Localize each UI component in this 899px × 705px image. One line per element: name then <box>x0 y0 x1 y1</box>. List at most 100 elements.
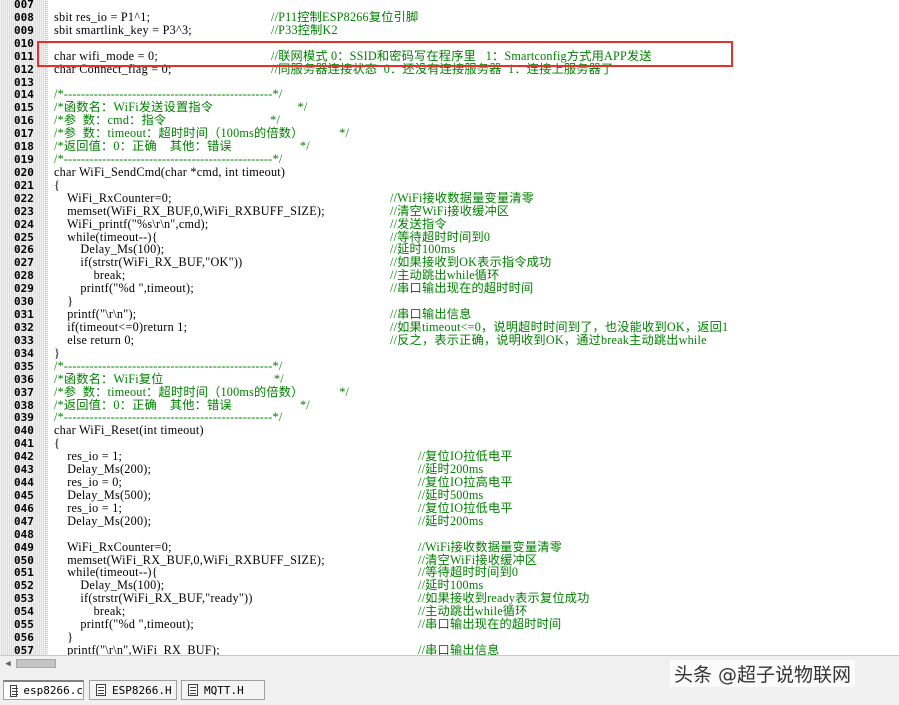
line-number: 030 <box>14 295 34 309</box>
code-line: 040 char WiFi_Reset(int timeout) <box>0 423 899 438</box>
code-text: char WiFi_Reset(int timeout) <box>54 423 204 438</box>
code-text: Delay_Ms(200); <box>54 513 152 528</box>
line-number: 024 <box>14 217 34 231</box>
code-text: char Connect_flag = 0; <box>54 61 172 76</box>
scrollbar-thumb[interactable] <box>16 659 56 668</box>
line-number: 051 <box>14 566 34 580</box>
line-number: 008 <box>14 10 34 24</box>
line-number: 042 <box>14 450 34 464</box>
line-number: 025 <box>14 230 34 244</box>
code-comment: //串口输出信息 <box>418 643 500 656</box>
line-number: 037 <box>14 385 34 399</box>
line-number: 057 <box>14 644 34 655</box>
line-number: 027 <box>14 256 34 270</box>
code-text: else return 0; <box>54 332 135 347</box>
line-number: 041 <box>14 437 34 451</box>
line-number: 026 <box>14 243 34 257</box>
code-comment: //同服务器连接状态 0：还没有连接服务器 1：连接上服务器了 <box>271 61 614 76</box>
line-number: 007 <box>14 0 34 11</box>
line-number: 014 <box>14 88 34 102</box>
line-number: 028 <box>14 269 34 283</box>
h-file-icon <box>96 684 106 696</box>
code-line: 035 /*-----------------------------------… <box>0 358 899 373</box>
code-comment: //发送指令 <box>390 216 447 231</box>
code-text: } <box>54 345 61 360</box>
tab-label: esp8266.c <box>23 684 83 697</box>
tab-mqtt-h[interactable]: MQTT.H <box>181 680 265 700</box>
code-text: { <box>54 177 61 192</box>
code-text: WiFi_printf("%s\r\n",cmd); <box>54 216 209 231</box>
code-line: 010 <box>0 37 899 50</box>
line-number: 045 <box>14 488 34 502</box>
line-number: 036 <box>14 372 34 386</box>
code-line: 012 char Connect_flag = 0; //同服务器连接状态 0：还没… <box>0 61 899 76</box>
code-line: 057 printf("\r\n",WiFi_RX_BUF); //串口输出信息 <box>0 643 899 656</box>
code-text: printf("%d ",timeout); <box>54 281 194 296</box>
code-line: 055 printf("%d ",timeout); //串口输出现在的超时时间 <box>0 617 899 632</box>
c-file-icon <box>10 684 19 697</box>
code-text: Delay_Ms(500); <box>54 487 152 502</box>
code-line: 009 sbit smartlink_key = P3^3; //P33控制K2 <box>0 22 899 37</box>
line-number: 040 <box>14 424 34 438</box>
line-number: 039 <box>14 411 34 425</box>
code-line: 048 <box>0 528 899 541</box>
code-line: 029 printf("%d ",timeout); //串口输出现在的超时时间 <box>0 281 899 296</box>
line-number: 032 <box>14 321 34 334</box>
code-line: 033 else return 0; //反之，表示正确，说明收到OK，通过bre… <box>0 332 899 347</box>
line-number: 021 <box>14 178 34 192</box>
code-line: 022 WiFi_RxCounter=0; //WiFi接收数据量变量清零 <box>0 190 899 205</box>
code-comment: //串口输出现在的超时时间 <box>390 281 534 296</box>
code-line: 021 { <box>0 177 899 192</box>
code-line: 034} <box>0 345 899 360</box>
code-line: 008 sbit res_io = P1^1; //P11控制ESP8266复位引脚 <box>0 9 899 24</box>
line-number: 055 <box>14 618 34 632</box>
code-text: sbit smartlink_key = P3^3; <box>54 22 192 37</box>
code-comment: //联网模式 0：SSID和密码写在程序里 1：Smartconfig方式用AP… <box>271 48 652 63</box>
tab-label: ESP8266.H <box>112 683 172 697</box>
line-number: 048 <box>14 527 34 541</box>
code-text: char wifi_mode = 0; <box>54 48 159 63</box>
scroll-left-icon[interactable]: ◀ <box>2 658 14 669</box>
tab-label: MQTT.H <box>204 683 244 697</box>
line-number: 029 <box>14 282 34 296</box>
line-number: 031 <box>14 308 34 322</box>
code-line: 011 char wifi_mode = 0; //联网模式 0：SSID和密码写在… <box>0 48 899 63</box>
line-number: 035 <box>14 359 34 373</box>
code-editor[interactable]: 007 008 sbit res_io = P1^1; //P11控制ESP8266复… <box>0 0 899 655</box>
tab-esp8266-h[interactable]: ESP8266.H <box>89 680 177 700</box>
code-comment: //延时200ms <box>418 513 484 528</box>
code-comment: //复位IO拉低电平 <box>418 500 513 515</box>
watermark: 头条 @超子说物联网 <box>670 660 856 687</box>
code-text: sbit res_io = P1^1; <box>54 9 151 24</box>
code-line: 037 /*参 数：timeout：超时时间（100ms的倍数） */ <box>0 385 899 399</box>
code-text: WiFi_RxCounter=0; <box>54 190 172 205</box>
line-number: 012 <box>14 62 34 76</box>
line-number: 056 <box>14 631 34 645</box>
line-number: 044 <box>14 476 34 490</box>
code-line: 023 memset(WiFi_RX_BUF,0,WiFi_RXBUFF_SIZ… <box>0 203 899 218</box>
line-number: 013 <box>14 75 34 89</box>
line-number: 020 <box>14 165 34 179</box>
line-number: 046 <box>14 501 34 515</box>
code-line: 046 res_io = 1; //复位IO拉低电平 <box>0 500 899 515</box>
line-number: 010 <box>14 36 34 50</box>
code-comment: //P33控制K2 <box>271 22 338 37</box>
h-file-icon <box>188 684 198 696</box>
line-number: 038 <box>14 398 34 412</box>
tab-esp8266-c[interactable]: esp8266.c <box>3 680 84 700</box>
code-line: 049 WiFi_RxCounter=0; //WiFi接收数据量变量清零 <box>0 540 899 554</box>
code-comment: //延时500ms <box>418 487 484 502</box>
code-text: memset(WiFi_RX_BUF,0,WiFi_RXBUFF_SIZE); <box>54 203 325 218</box>
line-number: 009 <box>14 23 34 37</box>
code-text: printf("%d ",timeout); <box>54 617 194 632</box>
line-number: 034 <box>14 346 34 360</box>
code-line: 020 char WiFi_SendCmd(char *cmd, int time… <box>0 165 899 179</box>
code-comment: //串口输出现在的超时时间 <box>418 617 562 632</box>
line-number: 052 <box>14 579 34 593</box>
line-number: 018 <box>14 140 34 154</box>
code-line: 024 WiFi_printf("%s\r\n",cmd); //发送指令 <box>0 216 899 231</box>
code-comment: /*--------------------------------------… <box>54 358 283 373</box>
line-number: 015 <box>14 101 34 115</box>
code-comment: //反之，表示正确，说明收到OK，通过break主动跳出while <box>390 332 707 347</box>
line-number: 050 <box>14 553 34 567</box>
